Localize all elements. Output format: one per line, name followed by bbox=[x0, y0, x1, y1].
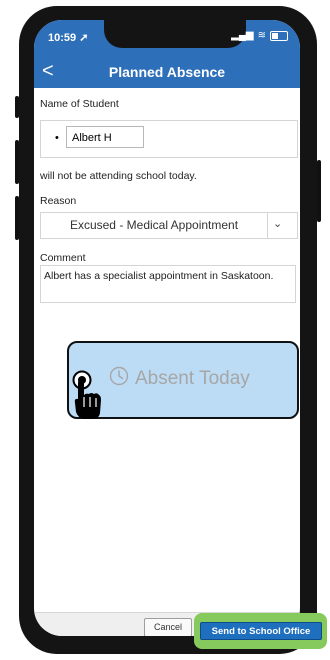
reason-label: Reason bbox=[40, 195, 77, 207]
nav-bar: < Planned Absence bbox=[34, 56, 300, 88]
send-to-school-office-button[interactable]: Send to School Office bbox=[200, 622, 322, 640]
comment-field[interactable]: Albert has a specialist appointment in S… bbox=[40, 265, 296, 303]
student-field: • Albert H bbox=[40, 120, 298, 158]
reason-divider bbox=[267, 213, 268, 238]
phone-notch bbox=[104, 20, 246, 48]
reason-select[interactable]: Excused - Medical Appointment ⌄ bbox=[40, 212, 298, 239]
absence-sentence: will not be attending school today. bbox=[40, 170, 197, 182]
comment-label: Comment bbox=[40, 252, 86, 264]
status-bar: 10:59 ➚ ▂▄▆ ≋ bbox=[34, 20, 300, 56]
chevron-down-icon[interactable]: ⌄ bbox=[273, 217, 282, 230]
reason-value: Excused - Medical Appointment bbox=[69, 218, 239, 232]
phone-power-button bbox=[317, 160, 321, 222]
student-bullet: • bbox=[55, 132, 59, 144]
phone-screen: 10:59 ➚ ▂▄▆ ≋ < Planned Absence Name of … bbox=[34, 20, 300, 636]
clock-icon bbox=[109, 366, 129, 386]
student-label: Name of Student bbox=[40, 98, 119, 110]
pointing-hand-icon bbox=[72, 370, 101, 419]
page-title: Planned Absence bbox=[108, 64, 226, 80]
signal-icon: ▂▄▆ bbox=[231, 30, 254, 41]
status-icons: ▂▄▆ ≋ bbox=[231, 30, 288, 41]
cancel-button[interactable]: Cancel bbox=[144, 618, 192, 636]
battery-icon bbox=[270, 30, 288, 41]
absent-today-label: Absent Today bbox=[135, 368, 250, 389]
student-chip[interactable]: Albert H bbox=[66, 126, 144, 148]
status-time: 10:59 ➚ bbox=[48, 32, 89, 44]
wifi-icon: ≋ bbox=[257, 30, 266, 41]
